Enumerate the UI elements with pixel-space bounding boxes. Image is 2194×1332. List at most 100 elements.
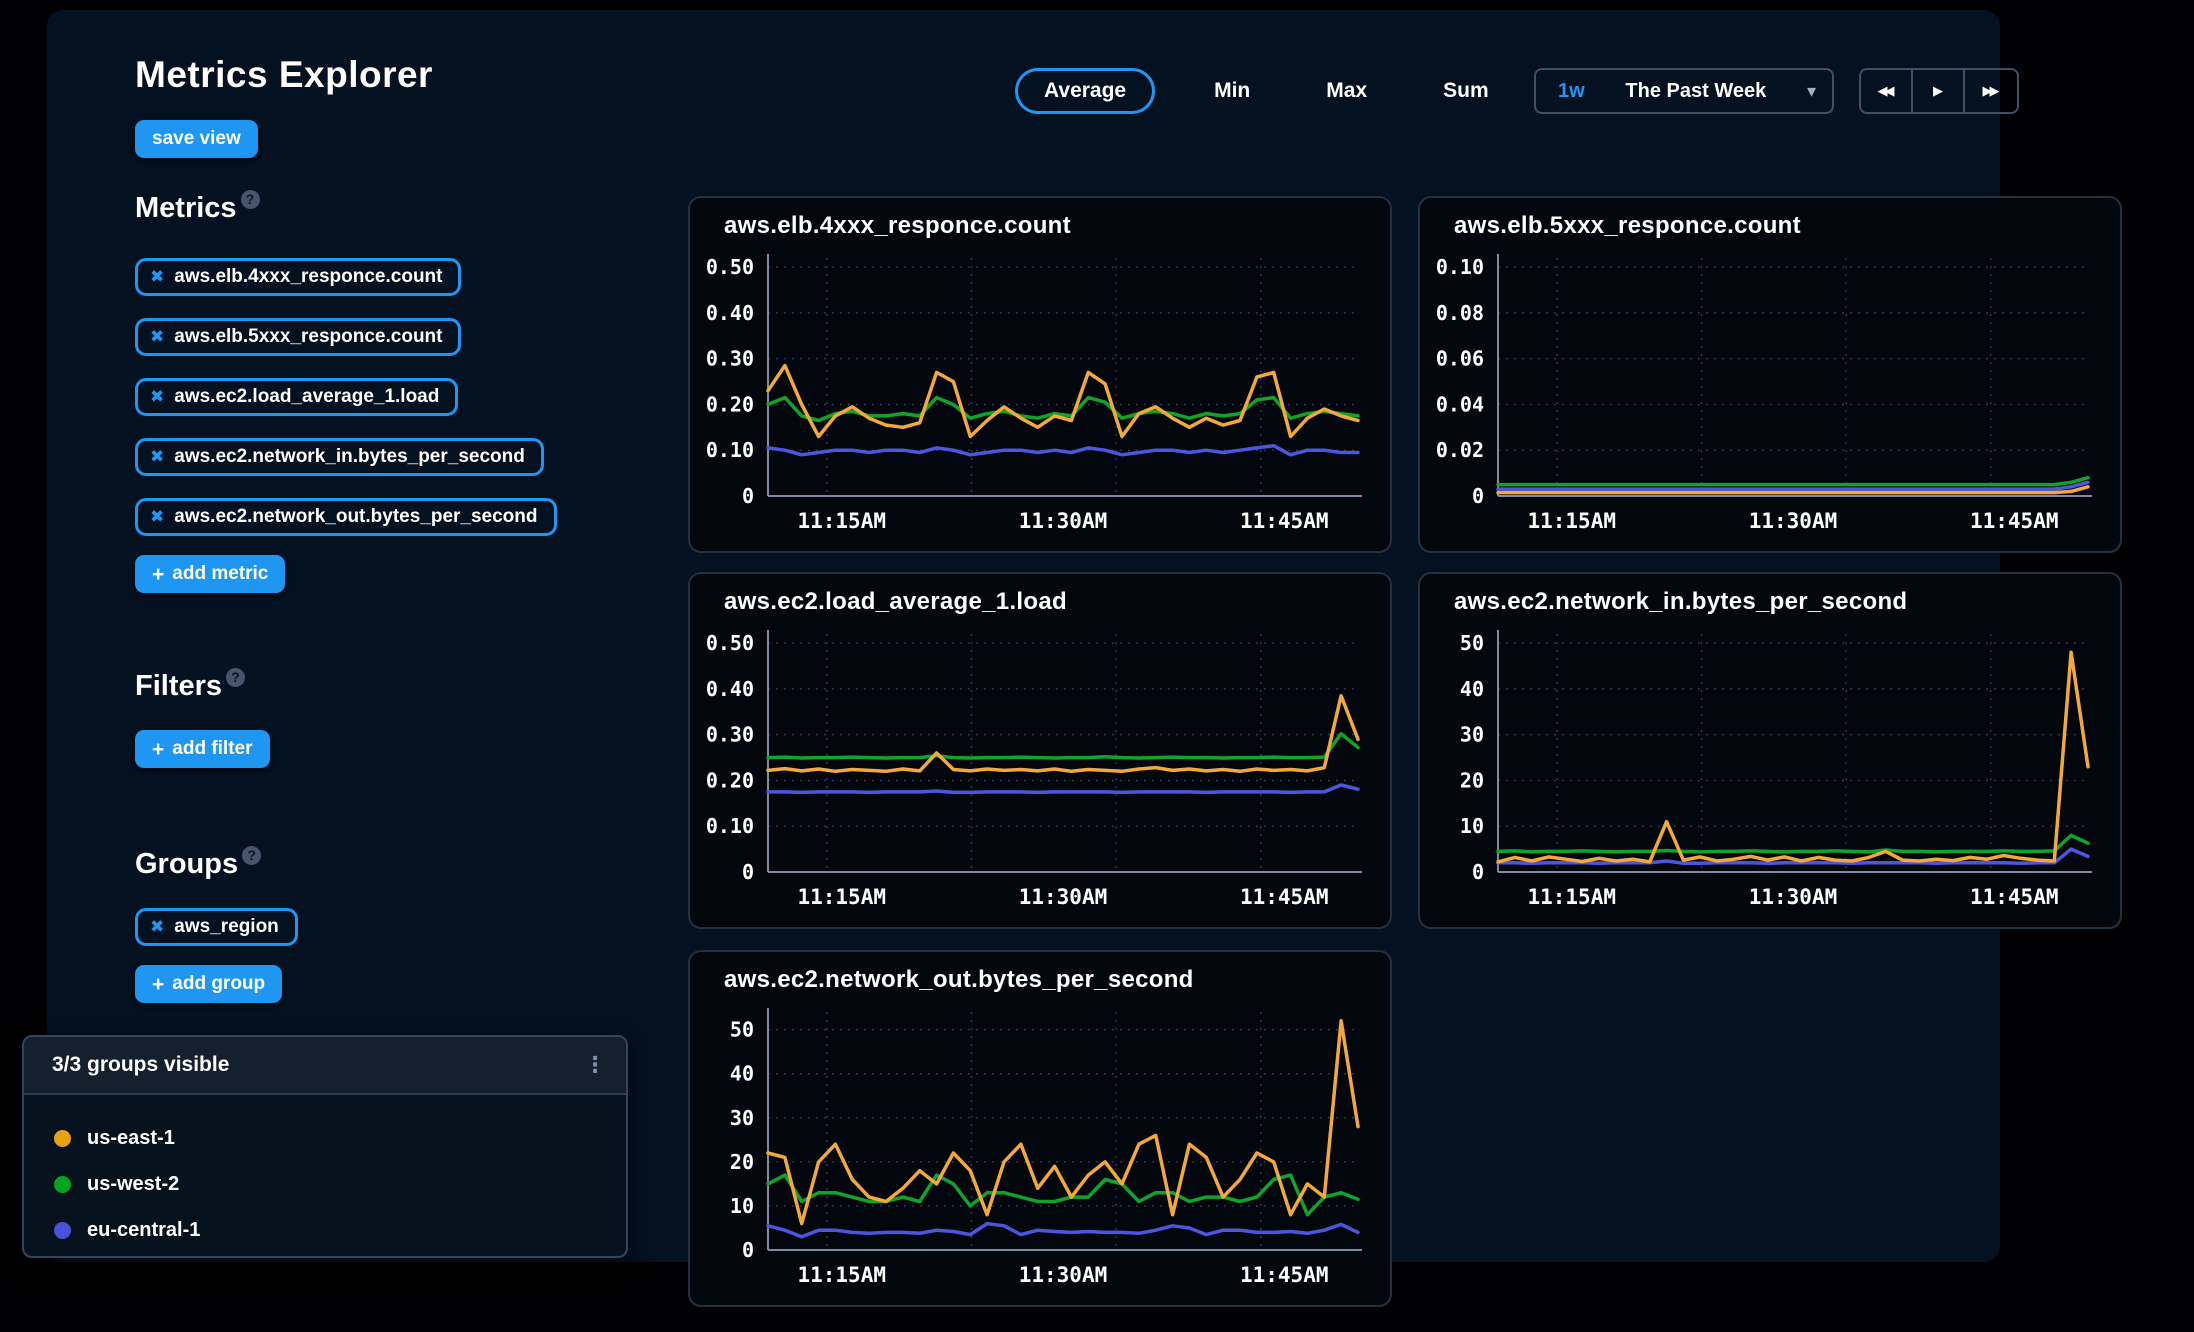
- legend-items: us-east-1 us-west-2 eu-central-1: [24, 1095, 626, 1253]
- agg-option-max[interactable]: Max: [1309, 68, 1384, 114]
- step-forward-icon[interactable]: ▶: [1913, 70, 1965, 112]
- x-axis-tick-label: 11:45AM: [1240, 1263, 1329, 1287]
- skip-back-icon[interactable]: ◀◀: [1861, 70, 1913, 112]
- add-metric-button[interactable]: + add metric: [135, 555, 285, 593]
- legend-item-label: eu-central-1: [87, 1219, 200, 1242]
- legend-header: 3/3 groups visible ⋮: [24, 1037, 626, 1095]
- y-axis-tick-label: 0.20: [706, 768, 754, 792]
- x-axis-tick-label: 11:30AM: [1019, 509, 1108, 533]
- agg-option-sum[interactable]: Sum: [1426, 68, 1506, 114]
- add-group-button[interactable]: + add group: [135, 965, 282, 1003]
- chart-card-elb-4xxx: aws.elb.4xxx_responce.count 0.500.400.30…: [688, 196, 1392, 553]
- help-icon[interactable]: ?: [242, 846, 261, 865]
- chart-plot: 0.10 0.08 0.06 0.04 0.02 0 11:15AM 11:30AM 11:45…: [1420, 198, 2124, 555]
- y-axis-tick-label: 0: [1472, 484, 1484, 508]
- agg-option-min[interactable]: Min: [1197, 68, 1267, 114]
- x-axis-tick-label: 11:30AM: [1019, 1263, 1108, 1287]
- chart-card-network-in: aws.ec2.network_in.bytes_per_second 5040…: [1418, 572, 2122, 929]
- y-axis-tick-label: 0: [742, 1238, 754, 1262]
- filters-heading: Filters?: [135, 670, 245, 703]
- legend-color-dot: [54, 1222, 71, 1239]
- chart-card-load-average: aws.ec2.load_average_1.load 0.500.400.30…: [688, 572, 1392, 929]
- add-filter-button[interactable]: + add filter: [135, 730, 270, 768]
- legend-item-label: us-west-2: [87, 1173, 179, 1196]
- help-icon[interactable]: ?: [241, 190, 260, 209]
- metric-chip[interactable]: ✖aws.ec2.network_in.bytes_per_second: [135, 438, 544, 476]
- x-axis-tick-label: 11:45AM: [1240, 885, 1329, 909]
- y-axis-tick-label: 0.04: [1436, 392, 1484, 416]
- y-axis-tick-label: 0.40: [706, 677, 754, 701]
- chart-plot: 5040302010011:15AM11:30AM11:45AM: [690, 952, 1394, 1309]
- agg-option-average[interactable]: Average: [1015, 68, 1155, 114]
- series-line-us-west-2: [1498, 478, 2088, 485]
- help-icon[interactable]: ?: [226, 668, 245, 687]
- legend-color-dot: [54, 1176, 71, 1193]
- legend-item-label: us-east-1: [87, 1127, 175, 1150]
- metric-chip[interactable]: ✖ aws.ec2.network_out.bytes_per_second: [135, 498, 557, 536]
- chart-plot: 0.500.400.300.200.10011:15AM11:30AM11:45…: [690, 198, 1394, 555]
- y-axis-tick-label: 0.08: [1436, 301, 1484, 325]
- legend-item-us-east-1[interactable]: us-east-1: [54, 1115, 626, 1161]
- metrics-heading: Metrics?: [135, 192, 260, 225]
- plus-icon: +: [152, 739, 164, 760]
- x-axis-tick-label: 11:15AM: [1527, 509, 1616, 533]
- series-line-us-east-1: [768, 366, 1358, 437]
- time-range-label: The Past Week: [1603, 80, 1789, 103]
- metric-chip-label: aws.elb.4xxx_responce.count: [174, 266, 442, 288]
- y-axis-tick-label: 50: [1460, 631, 1484, 655]
- series-line-eu-central-1: [768, 446, 1358, 455]
- page-title: Metrics Explorer: [135, 54, 433, 96]
- remove-icon[interactable]: ✖: [150, 917, 164, 937]
- time-range-dropdown[interactable]: 1w The Past Week ▾: [1534, 68, 1834, 114]
- legend-item-us-west-2[interactable]: us-west-2: [54, 1161, 626, 1207]
- remove-icon[interactable]: ✖: [150, 387, 164, 407]
- series-line-eu-central-1: [768, 785, 1358, 792]
- legend-color-dot: [54, 1130, 71, 1147]
- metric-chip-label: aws.ec2.load_average_1.load: [174, 386, 439, 408]
- y-axis-tick-label: 0.10: [706, 814, 754, 838]
- metric-chip[interactable]: ✖ aws.ec2.load_average_1.load: [135, 378, 458, 416]
- remove-icon[interactable]: ✖: [150, 267, 164, 287]
- x-axis-tick-label: 11:30AM: [1749, 509, 1838, 533]
- y-axis-tick-label: 0.50: [706, 631, 754, 655]
- y-axis-tick-label: 0.10: [706, 438, 754, 462]
- x-axis-tick-label: 11:15AM: [797, 885, 886, 909]
- x-axis-tick-label: 11:45AM: [1240, 509, 1329, 533]
- series-line-us-east-1: [1498, 652, 2088, 862]
- metric-chip[interactable]: ✖aws.elb.5xxx_responce.count: [135, 318, 461, 356]
- y-axis-tick-label: 0.10: [1436, 255, 1484, 279]
- remove-icon[interactable]: ✖: [150, 447, 164, 467]
- save-view-button[interactable]: save view: [135, 120, 258, 158]
- x-axis-tick-label: 11:15AM: [1527, 885, 1616, 909]
- x-axis-tick-label: 11:15AM: [797, 1263, 886, 1287]
- series-line-us-west-2: [768, 734, 1358, 758]
- x-axis-tick-label: 11:45AM: [1970, 509, 2059, 533]
- series-line-us-west-2: [1498, 835, 2088, 852]
- y-axis-tick-label: 50: [730, 1018, 754, 1042]
- y-axis-tick-label: 0.02: [1436, 438, 1484, 462]
- x-axis-tick-label: 11:30AM: [1019, 885, 1108, 909]
- y-axis-tick-label: 10: [1460, 814, 1484, 838]
- x-axis-tick-label: 11:15AM: [797, 509, 886, 533]
- y-axis-tick-label: 0.30: [706, 347, 754, 371]
- time-range-badge: 1w: [1558, 80, 1585, 103]
- remove-icon[interactable]: ✖: [150, 327, 164, 347]
- metric-chip-label: aws.ec2.network_out.bytes_per_second: [174, 506, 537, 528]
- groups-heading: Groups?: [135, 848, 261, 881]
- group-chip[interactable]: ✖aws_region: [135, 908, 298, 946]
- remove-icon[interactable]: ✖: [150, 507, 164, 527]
- y-axis-tick-label: 10: [730, 1194, 754, 1218]
- kebab-menu-icon[interactable]: ⋮: [584, 1053, 606, 1078]
- series-line-us-east-1: [768, 696, 1358, 772]
- skip-forward-icon[interactable]: ▶▶: [1965, 70, 2017, 112]
- y-axis-tick-label: 0: [742, 484, 754, 508]
- chart-plot: 5040302010011:15AM11:30AM11:45AM: [1420, 574, 2124, 931]
- chart-plot: 0.500.400.300.200.10011:15AM11:30AM11:45…: [690, 574, 1394, 931]
- y-axis-tick-label: 40: [1460, 677, 1484, 701]
- metric-chip[interactable]: ✖ aws.elb.4xxx_responce.count: [135, 258, 461, 296]
- legend-item-eu-central-1[interactable]: eu-central-1: [54, 1207, 626, 1253]
- y-axis-tick-label: 0.06: [1436, 347, 1484, 371]
- y-axis-tick-label: 20: [730, 1150, 754, 1174]
- y-axis-tick-label: 0: [1472, 860, 1484, 884]
- y-axis-tick-label: 0.30: [706, 723, 754, 747]
